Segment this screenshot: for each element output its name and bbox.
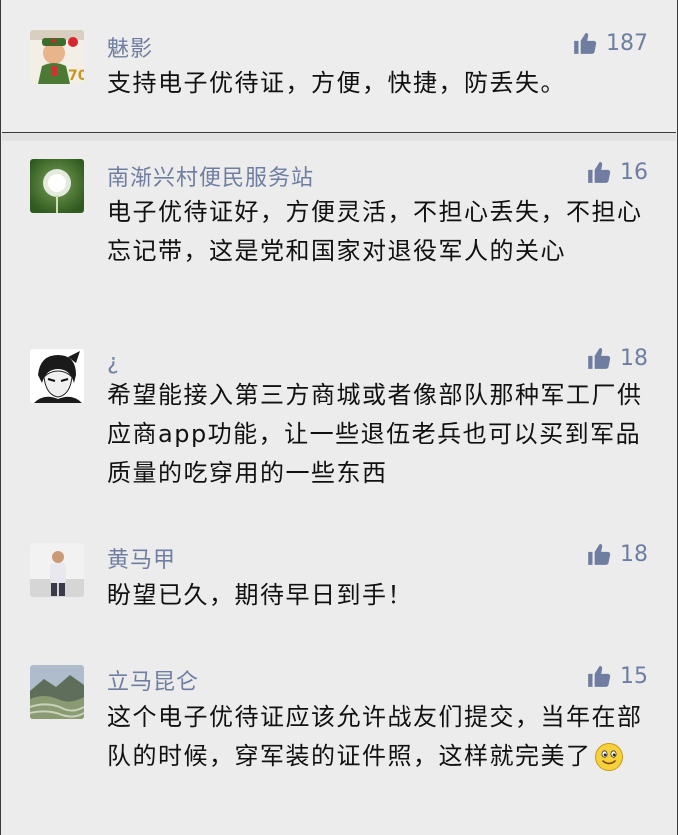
comment-author[interactable]: 魅影 <box>107 31 153 63</box>
like-button[interactable]: 16 <box>586 159 648 185</box>
comment-text: 支持电子优待证，方便，快捷，防丢失。 <box>107 69 566 97</box>
comment-list: 70 魅影 187 支持电子优待证，方便，快捷，防丢失。 南渐兴村便民服务站 1… <box>0 0 678 835</box>
like-button[interactable]: 18 <box>586 541 648 567</box>
svg-text:70: 70 <box>68 68 84 84</box>
soldier-avatar-icon[interactable]: 70 <box>30 30 84 84</box>
like-button[interactable]: 15 <box>586 663 648 689</box>
comment-item: ¿ 18 希望能接入第三方商城或者像部队那种军工厂供应商app功能，让一些退伍老… <box>2 331 676 521</box>
thumbs-up-icon <box>574 32 597 54</box>
comment-item: 70 魅影 187 支持电子优待证，方便，快捷，防丢失。 <box>2 0 676 132</box>
anime-character-avatar-icon[interactable] <box>30 349 84 403</box>
like-count: 18 <box>620 345 648 371</box>
comment-item: 立马昆仑 15 这个电子优待证应该允许战友们提交，当年在部队的时候，穿军装的证件… <box>2 643 676 835</box>
comment-author[interactable]: 南渐兴村便民服务站 <box>107 160 314 192</box>
comment-author[interactable]: ¿ <box>107 350 120 375</box>
thumbs-up-icon <box>588 543 611 565</box>
section-divider <box>2 132 676 141</box>
like-count: 187 <box>606 30 648 56</box>
thumbs-up-icon <box>588 665 611 687</box>
dandelion-avatar-icon[interactable] <box>30 159 84 213</box>
like-count: 16 <box>620 159 648 185</box>
smiling-face-emoji-icon <box>594 743 623 771</box>
like-button[interactable]: 18 <box>586 345 648 371</box>
comment-author[interactable]: 黄马甲 <box>107 542 176 574</box>
like-count: 15 <box>620 663 648 689</box>
comment-item: 南渐兴村便民服务站 16 电子优待证好，方便灵活，不担心丢失，不担心忘记带，这是… <box>2 141 676 331</box>
landscape-avatar-icon[interactable] <box>30 665 84 719</box>
person-photo-avatar-icon[interactable] <box>30 543 84 597</box>
comment-item: 黄马甲 18 盼望已久，期待早日到手！ <box>2 521 676 643</box>
comment-text: 电子优待证好，方便灵活，不担心丢失，不担心忘记带，这是党和国家对退役军人的关心 <box>107 198 643 265</box>
comment-author[interactable]: 立马昆仑 <box>107 664 199 696</box>
comment-text-block: 这个电子优待证应该允许战友们提交，当年在部队的时候，穿军装的证件照，这样就完美了 <box>107 698 646 776</box>
comment-text: 盼望已久，期待早日到手！ <box>107 581 413 609</box>
comment-text: 希望能接入第三方商城或者像部队那种军工厂供应商app功能，让一些退伍老兵也可以买… <box>107 381 643 487</box>
like-count: 18 <box>620 541 648 567</box>
like-button[interactable]: 187 <box>572 30 648 56</box>
thumbs-up-icon <box>588 347 611 369</box>
comment-text: 这个电子优待证应该允许战友们提交，当年在部队的时候，穿军装的证件照，这样就完美了 <box>107 703 643 770</box>
thumbs-up-icon <box>588 161 611 183</box>
